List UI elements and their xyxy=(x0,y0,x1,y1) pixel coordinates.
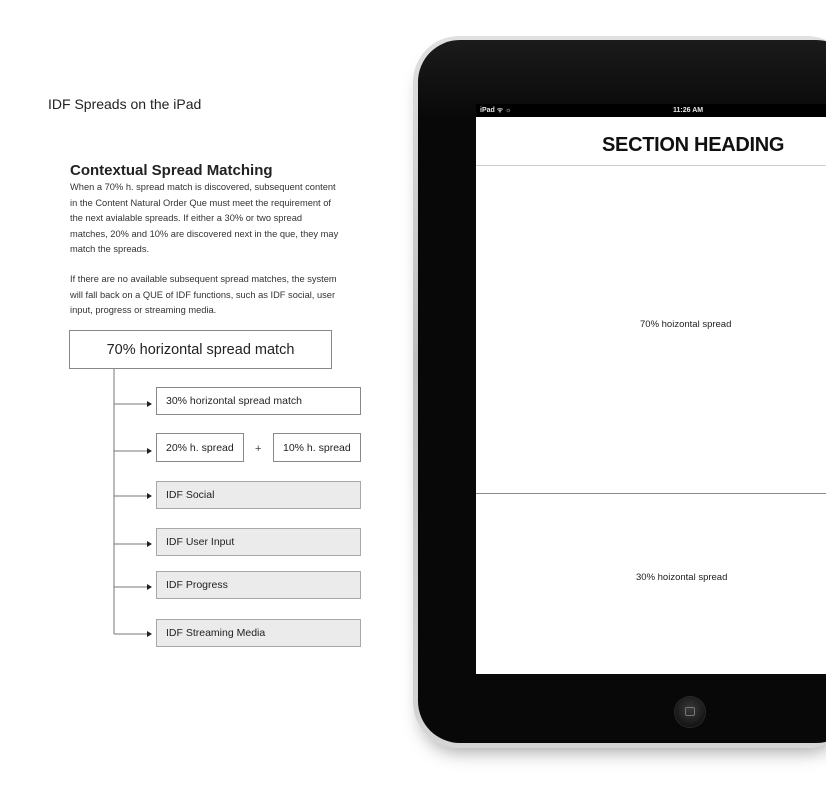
arrow-head xyxy=(147,401,152,407)
plus-sign: + xyxy=(255,443,262,455)
option-30-box: 30% horizontal spread match xyxy=(156,387,361,415)
root-spread-box: 70% horizontal spread match xyxy=(69,330,332,369)
option-20-box: 20% h. spread xyxy=(156,433,244,462)
arrow-head xyxy=(147,631,152,637)
fallback-user-input-box: IDF User Input xyxy=(156,528,361,556)
status-time: 11:26 AM xyxy=(673,107,704,114)
option-10-box: 10% h. spread xyxy=(273,433,361,462)
fallback-progress-box: IDF Progress xyxy=(156,571,361,599)
status-bar: iPad ᯤ ☼ 11:26 AM xyxy=(476,104,826,117)
spread-bottom-label: 30% hoizontal spread xyxy=(636,572,728,583)
fallback-streaming-media-box: IDF Streaming Media xyxy=(156,619,361,647)
spread-top-label: 70% hoizontal spread xyxy=(640,319,732,330)
arrow-head xyxy=(147,584,152,590)
status-device-label: iPad ᯤ ☼ xyxy=(480,107,512,114)
spread-divider xyxy=(476,493,826,494)
home-button-icon xyxy=(685,707,695,716)
arrow-head xyxy=(147,448,152,454)
heading-divider xyxy=(476,165,826,166)
ipad-screen: iPad ᯤ ☼ 11:26 AM SECTION HEADING 70% ho… xyxy=(476,104,826,674)
section-heading: SECTION HEADING xyxy=(602,134,785,156)
arrow-head xyxy=(147,541,152,547)
arrow-head xyxy=(147,493,152,499)
fallback-social-box: IDF Social xyxy=(156,481,361,509)
